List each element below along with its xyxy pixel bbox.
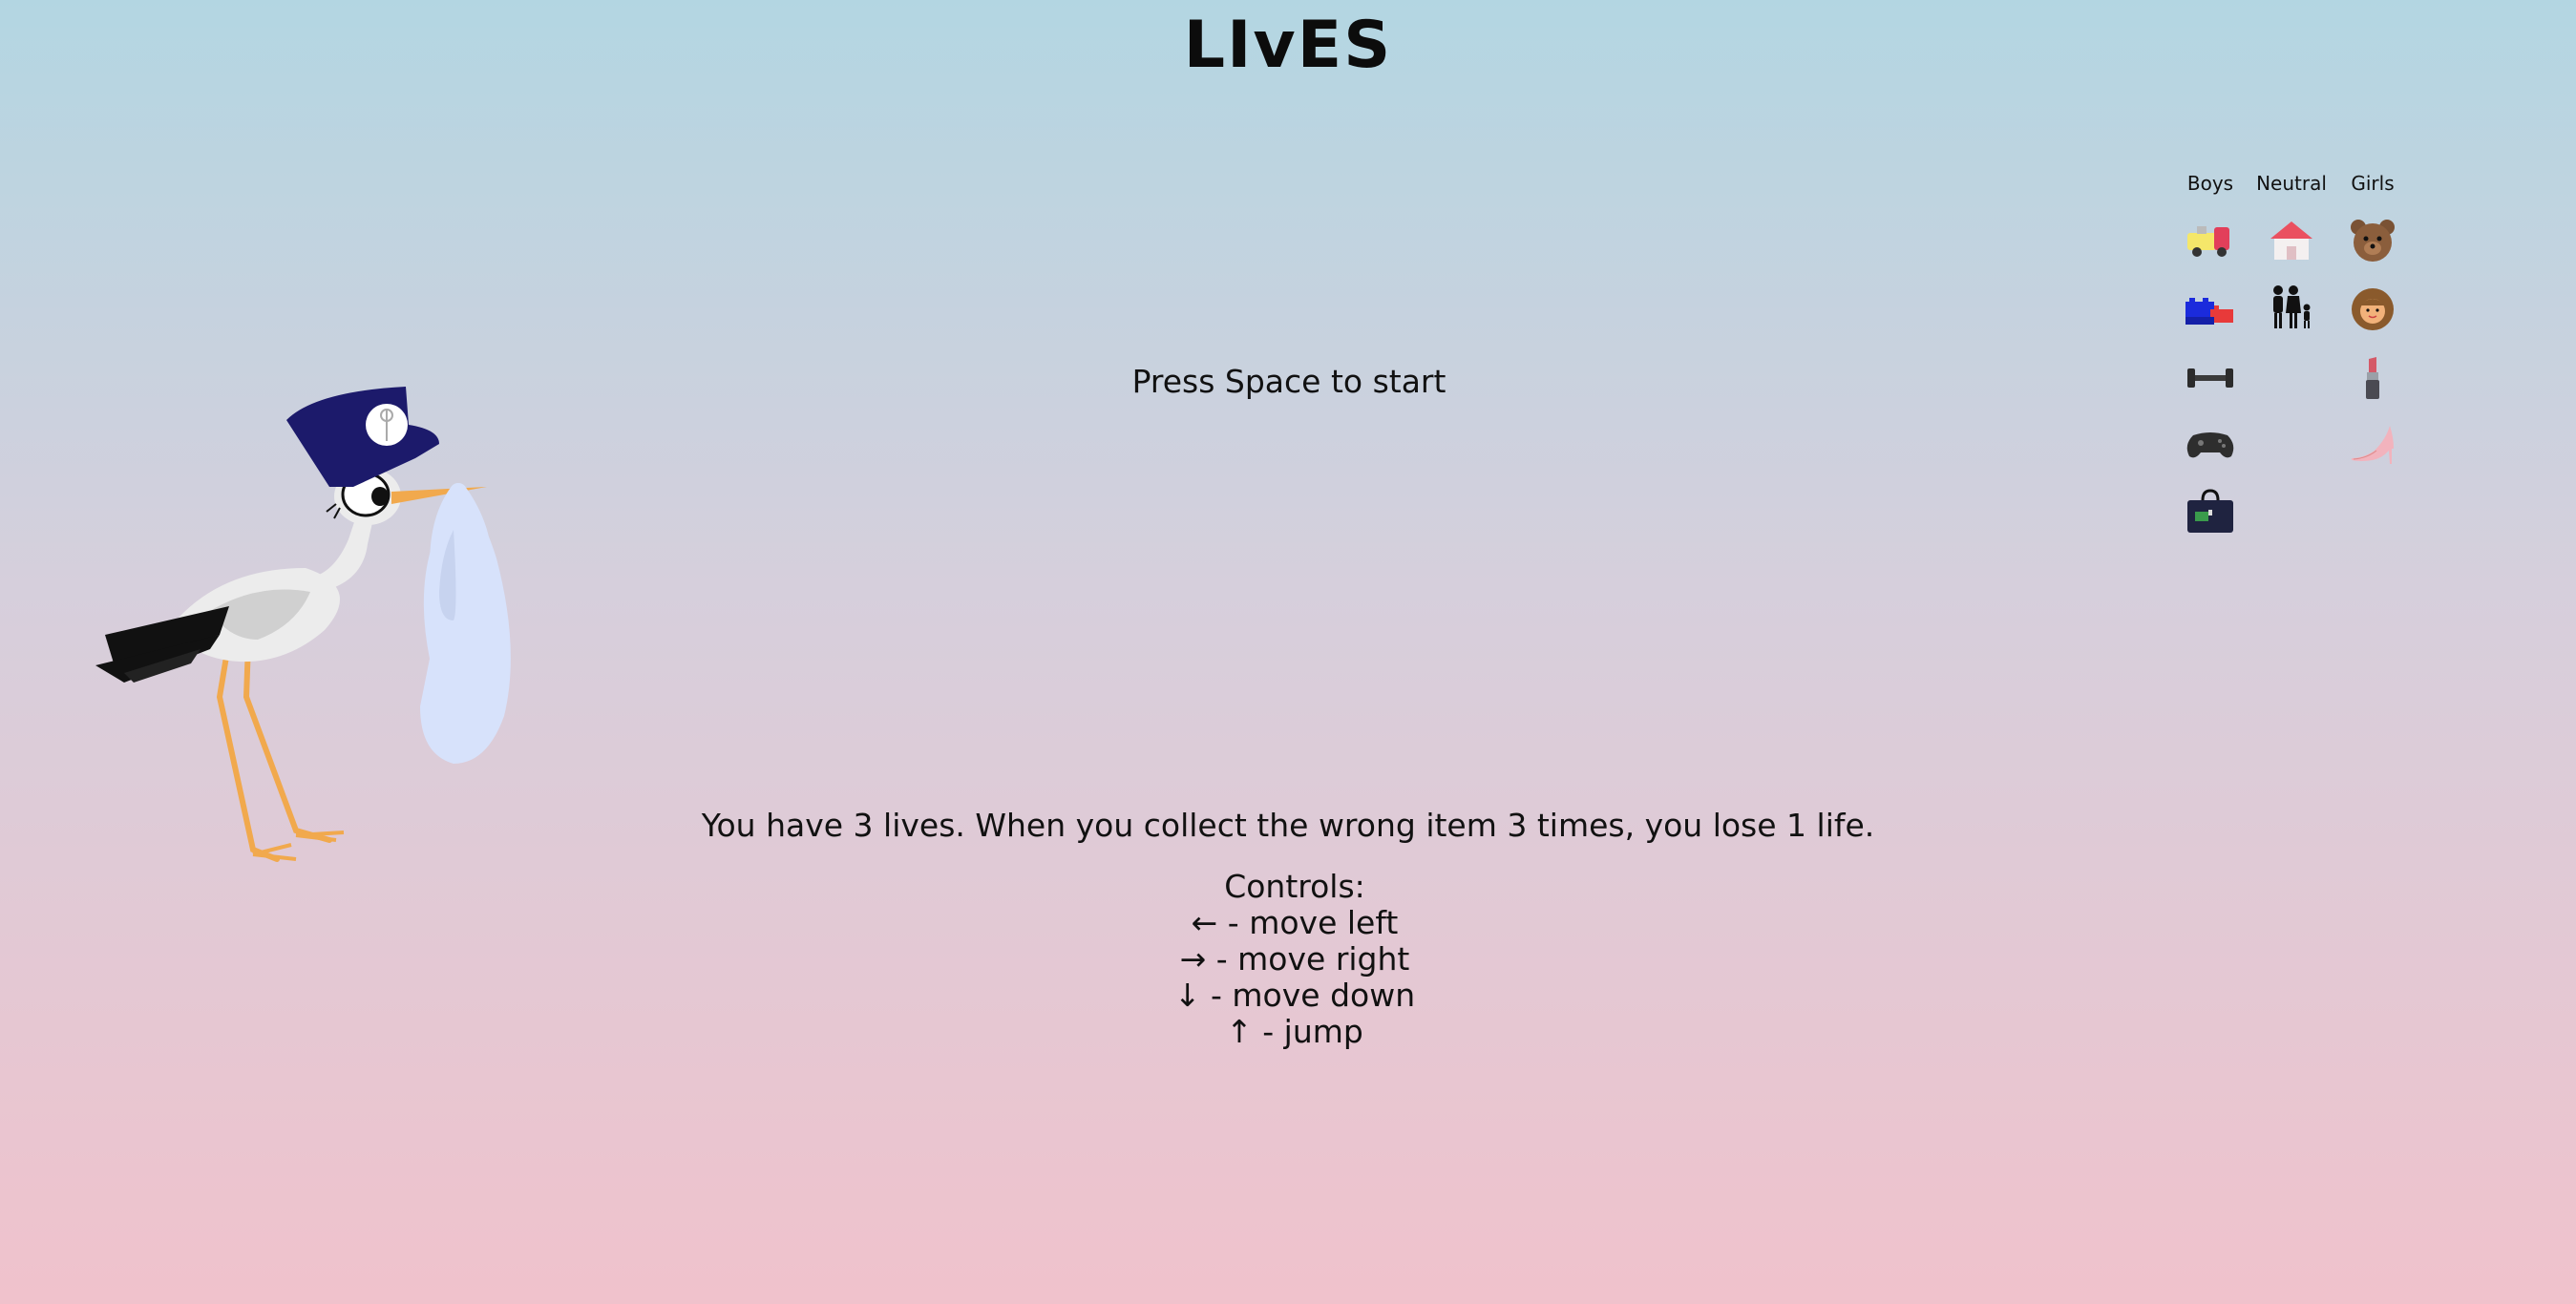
building-blocks-icon [2182,281,2239,338]
briefcase-icon [2182,483,2239,540]
stork-character [76,363,525,878]
toy-truck-icon [2182,212,2239,269]
control-move-right: → - move right [1179,940,1410,978]
controls-heading: Controls: [1224,868,1365,905]
family-icon [2263,281,2320,338]
control-move-left: ← - move left [1191,904,1399,941]
control-move-down: ↓ - move down [1173,977,1416,1014]
lipstick-icon [2344,349,2401,407]
game-controller-icon [2182,416,2239,473]
legend-header-boys: Boys [2186,172,2234,195]
start-prompt: Press Space to start [1131,363,1446,400]
legend-header-neutral: Neutral [2256,172,2327,195]
lives-info: You have 3 lives. When you collect the w… [701,807,1875,844]
house-icon [2263,212,2320,269]
controls-help: Controls: ← - move left → - move right ↓… [1104,869,1486,1050]
legend-header-girls: Girls [2351,172,2395,195]
game-title: LIvES [1183,8,1393,83]
doll-icon [2344,281,2401,338]
control-jump: ↑ - jump [1226,1013,1363,1050]
teddy-bear-icon [2344,212,2401,269]
dumbbell-icon [2182,349,2239,407]
high-heel-icon [2344,416,2401,473]
item-legend: Boys Neutral Girls [2167,172,2416,554]
